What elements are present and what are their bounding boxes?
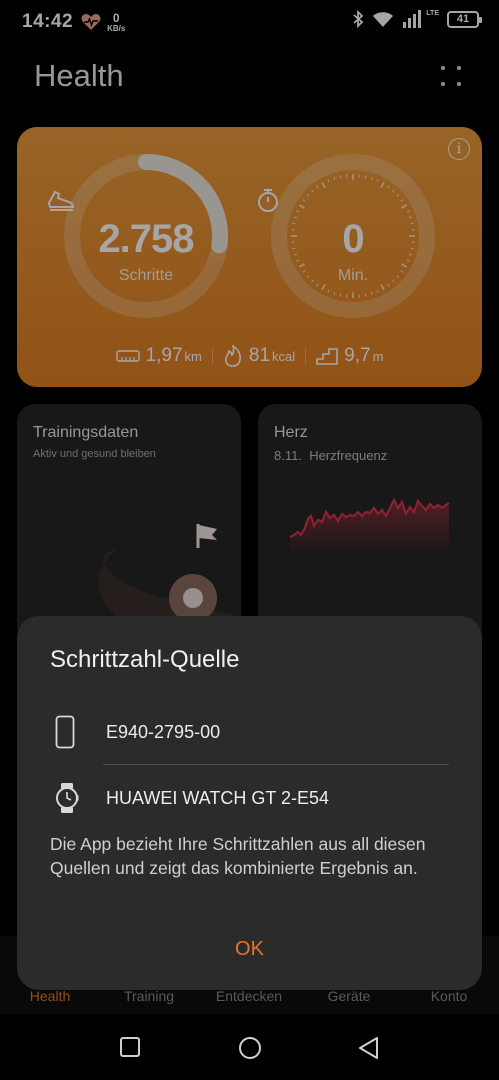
source-label-phone: E940-2795-00 <box>106 721 221 742</box>
dialog-description: Die App bezieht Ihre Schrittzahlen aus a… <box>50 834 426 878</box>
step-source-dialog: Schrittzahl-Quelle E940-2795-00 HUAWEI W… <box>17 616 482 990</box>
source-divider <box>103 764 449 765</box>
source-label-watch: HUAWEI WATCH GT 2-E54 <box>106 787 330 808</box>
recents-button[interactable] <box>119 1036 141 1058</box>
phone-icon <box>55 715 75 749</box>
watch-icon <box>56 783 79 813</box>
source-row-watch[interactable]: HUAWEI WATCH GT 2-E54 <box>17 768 482 828</box>
system-navigation-bar <box>0 1014 499 1080</box>
back-button[interactable] <box>357 1036 381 1060</box>
home-button[interactable] <box>238 1036 262 1060</box>
dialog-title: Schrittzahl-Quelle <box>50 646 240 673</box>
source-row-phone[interactable]: E940-2795-00 <box>17 702 482 762</box>
ok-button[interactable]: OK <box>17 938 482 961</box>
